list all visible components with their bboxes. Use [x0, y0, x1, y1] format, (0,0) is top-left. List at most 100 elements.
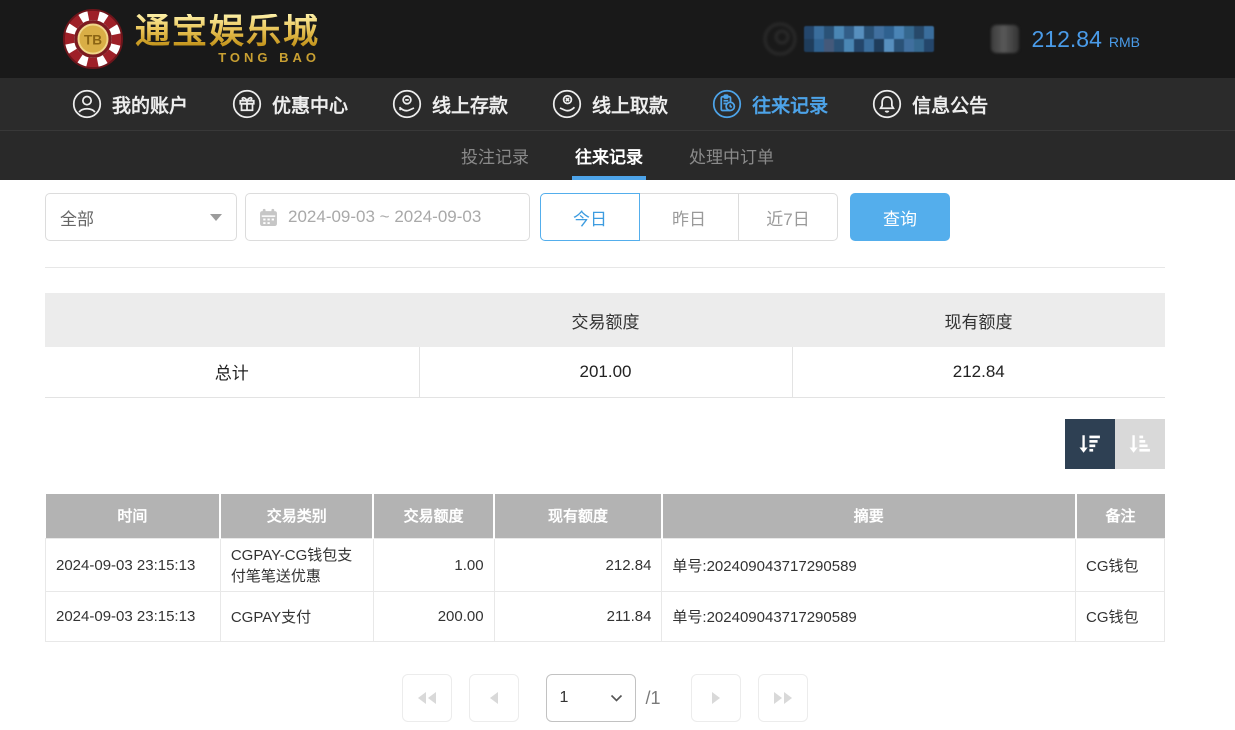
last-page-icon	[771, 690, 795, 706]
records-header-row: 时间 交易类别 交易额度 现有额度 摘要 备注	[46, 494, 1165, 539]
pagination: 1 /1	[45, 674, 1165, 722]
user-icon	[72, 89, 102, 119]
nav-label: 我的账户	[112, 91, 188, 118]
wallet-icon	[991, 25, 1019, 53]
date-range-value: 2024-09-03 ~ 2024-09-03	[288, 207, 481, 227]
col-time: 时间	[46, 494, 221, 539]
col-summary: 摘要	[662, 494, 1076, 539]
quick-yesterday-button[interactable]: 昨日	[639, 193, 739, 241]
table-row: 2024-09-03 23:15:13 CGPAY支付 200.00 211.8…	[46, 592, 1165, 642]
tab-label: 处理中订单	[689, 143, 774, 168]
records-table: 时间 交易类别 交易额度 现有额度 摘要 备注 2024-09-03 23:15…	[45, 494, 1165, 643]
page-total: /1	[645, 688, 660, 709]
deposit-icon	[392, 89, 422, 119]
previous-page-button[interactable]	[469, 674, 519, 722]
subtab-bar: 投注记录 往来记录 处理中订单	[0, 130, 1235, 180]
nav-item-announcements[interactable]: 信息公告	[872, 89, 988, 119]
cell-balance: 212.84	[494, 539, 662, 592]
cell-remark: CG钱包	[1076, 539, 1165, 592]
first-page-icon	[415, 690, 439, 706]
nav-item-deposit[interactable]: 线上存款	[392, 89, 508, 119]
summary-total-label: 总计	[45, 347, 419, 397]
quick-last7days-button[interactable]: 近7日	[738, 193, 838, 241]
user-avatar-icon	[764, 23, 796, 55]
col-balance: 现有额度	[494, 494, 662, 539]
col-type: 交易类别	[220, 494, 373, 539]
gift-icon	[232, 89, 262, 119]
site-subtitle: TONG BAO	[135, 50, 320, 65]
chevron-down-icon	[610, 694, 623, 702]
sort-ascending-button[interactable]	[1115, 419, 1165, 469]
nav-label: 线上存款	[432, 91, 508, 118]
next-page-icon	[708, 690, 724, 706]
transaction-type-select[interactable]: 全部	[45, 193, 237, 241]
page-select-value: 1	[559, 689, 568, 707]
cell-time: 2024-09-03 23:15:13	[46, 539, 221, 592]
nav-label: 优惠中心	[272, 91, 348, 118]
summary-header-balance: 现有额度	[792, 293, 1165, 347]
cell-amount: 1.00	[373, 539, 494, 592]
summary-table: 交易额度 现有额度 总计 201.00 212.84	[45, 293, 1165, 398]
quick-date-group: 今日 昨日 近7日	[540, 193, 838, 241]
top-header: TB 通宝娱乐城 TONG BAO 212.84 RMB	[0, 0, 1235, 78]
nav-item-withdraw[interactable]: 线上取款	[552, 89, 668, 119]
nav-item-transaction-records[interactable]: 往来记录	[712, 89, 828, 119]
redacted-username	[804, 26, 934, 52]
date-range-input[interactable]: 2024-09-03 ~ 2024-09-03	[245, 193, 530, 241]
announcement-icon	[872, 89, 902, 119]
casino-chip-icon: TB	[62, 8, 124, 70]
summary-total-balance: 212.84	[792, 347, 1165, 397]
last-page-button[interactable]	[758, 674, 808, 722]
cell-summary: 单号:202409043717290589	[662, 539, 1076, 592]
tab-label: 投注记录	[461, 143, 529, 168]
cell-summary: 单号:202409043717290589	[662, 592, 1076, 642]
balance-currency: RMB	[1109, 34, 1140, 50]
summary-total-transaction: 201.00	[419, 347, 792, 397]
table-row: 2024-09-03 23:15:13 CGPAY-CG钱包支付笔笔送优惠 1.…	[46, 539, 1165, 592]
tab-transaction-records[interactable]: 往来记录	[573, 131, 645, 180]
cell-type: CGPAY支付	[220, 592, 373, 642]
sort-descending-icon	[1076, 430, 1104, 458]
col-amount: 交易额度	[373, 494, 494, 539]
sort-descending-button[interactable]	[1065, 419, 1115, 469]
tab-pending-orders[interactable]: 处理中订单	[687, 131, 776, 180]
first-page-button[interactable]	[402, 674, 452, 722]
withdraw-icon	[552, 89, 582, 119]
summary-header-empty	[45, 293, 419, 347]
select-value: 全部	[60, 205, 94, 230]
page-select[interactable]: 1	[546, 674, 636, 722]
site-logo[interactable]: TB 通宝娱乐城 TONG BAO	[62, 8, 320, 70]
chevron-down-icon	[210, 214, 222, 221]
account-balance: 212.84 RMB	[1032, 26, 1140, 53]
sort-controls	[45, 419, 1165, 469]
records-icon	[712, 89, 742, 119]
cell-time: 2024-09-03 23:15:13	[46, 592, 221, 642]
previous-page-icon	[486, 690, 502, 706]
svg-text:TB: TB	[84, 32, 102, 47]
cell-amount: 200.00	[373, 592, 494, 642]
summary-total-row: 总计 201.00 212.84	[45, 347, 1165, 397]
next-page-button[interactable]	[691, 674, 741, 722]
nav-label: 线上取款	[592, 91, 668, 118]
calendar-icon	[259, 208, 278, 227]
cell-remark: CG钱包	[1076, 592, 1165, 642]
summary-header-row: 交易额度 现有额度	[45, 293, 1165, 347]
quick-today-button[interactable]: 今日	[540, 193, 640, 241]
section-divider	[45, 267, 1165, 268]
nav-label: 信息公告	[912, 91, 988, 118]
search-button[interactable]: 查询	[850, 193, 950, 241]
tab-betting-records[interactable]: 投注记录	[459, 131, 531, 180]
sort-ascending-icon	[1126, 430, 1154, 458]
col-remark: 备注	[1076, 494, 1165, 539]
balance-amount: 212.84	[1032, 26, 1102, 53]
nav-item-my-account[interactable]: 我的账户	[72, 89, 188, 119]
main-nav: 我的账户 优惠中心 线上存款 线上取款	[0, 78, 1235, 130]
nav-item-promotions[interactable]: 优惠中心	[232, 89, 348, 119]
summary-header-transaction: 交易额度	[419, 293, 792, 347]
nav-label: 往来记录	[752, 91, 828, 118]
cell-type: CGPAY-CG钱包支付笔笔送优惠	[220, 539, 373, 592]
main-content: 全部 2024-09-03 ~ 2024-09-03 今日 昨日 近7日 查询	[45, 193, 1165, 722]
tab-label: 往来记录	[575, 143, 643, 168]
filter-row: 全部 2024-09-03 ~ 2024-09-03 今日 昨日 近7日 查询	[45, 193, 1165, 241]
site-title: 通宝娱乐城	[135, 14, 320, 50]
